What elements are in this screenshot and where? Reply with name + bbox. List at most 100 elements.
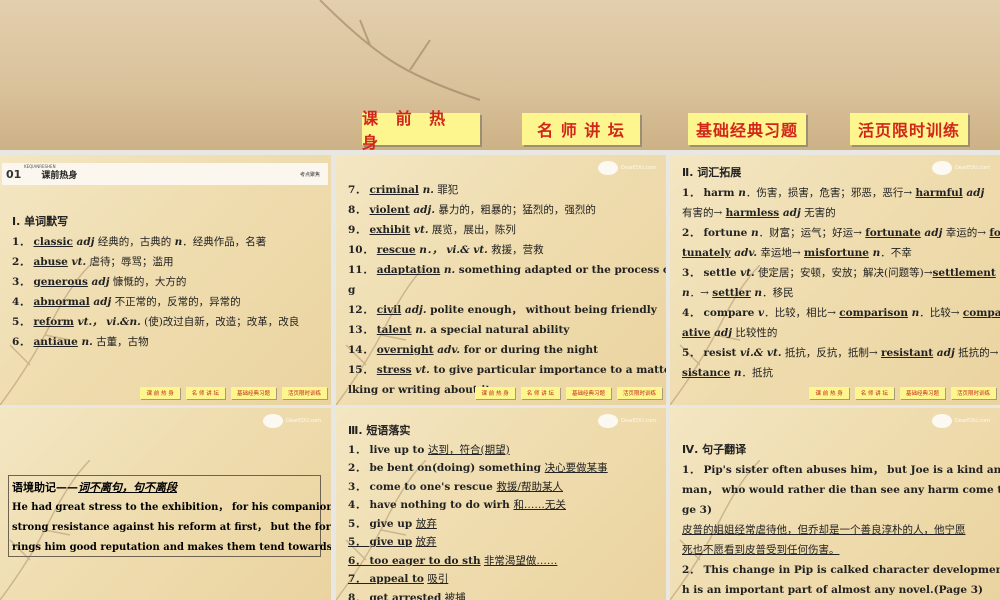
vocab-term: for	[989, 227, 1000, 239]
mini-nav-button[interactable]: 名 师 讲 坛	[185, 387, 225, 399]
nav-button-lecture[interactable]: 名 师 讲 坛	[522, 113, 640, 145]
text-segment: 暴力的，粗暴的；猛烈的，强烈的	[434, 204, 596, 216]
list-item: 6． antiaue n. 古董，古物	[12, 332, 299, 352]
slide-5[interactable]: DearEDU.com Ⅲ. 短语落实 1． live up to 达到，符合(期望…	[336, 408, 666, 600]
text-segment: n	[750, 287, 763, 299]
logo-text: DearEDU.com	[955, 418, 990, 424]
text-segment: 慷慨的，大方的	[109, 276, 187, 288]
text-segment: adj.	[401, 304, 427, 316]
text-segment: vt.， vi.&n.	[73, 316, 141, 328]
mini-nav-button[interactable]: 活页限时训练	[281, 387, 327, 399]
text-segment: n	[682, 287, 690, 299]
context-memory-box: 语境助记——词不离句，句不离段 He had great stress to th…	[8, 475, 331, 557]
text-segment: 经典的，古典的	[94, 236, 175, 248]
text-segment: 7．	[348, 184, 370, 196]
mini-nav-button[interactable]: 名 师 讲 坛	[854, 387, 894, 399]
mini-nav-button[interactable]: 活页限时训练	[616, 387, 662, 399]
text-segment: ．比较→	[919, 307, 963, 319]
list-item: 1． live up to 达到，符合(期望)	[348, 441, 608, 460]
list-item: 1． harm n．伤害，损害，危害；邪恶，恶行→ harmful adj	[682, 183, 1000, 203]
section-number: 01	[6, 167, 22, 181]
list-item: 皮普的姐姐经常虐待他，但乔却是一个善良淳朴的人，他宁愿	[682, 520, 1000, 540]
text-segment: 1．	[12, 236, 34, 248]
slide-4[interactable]: DearEDU.com 语境助记——词不离句，句不离段 He had great s…	[0, 408, 331, 600]
list-item: Ⅲ. 短语落实	[348, 422, 608, 441]
list-item: tunately adv. 幸运地→ misfortune n．不幸	[682, 243, 1000, 263]
section-heading: Ⅳ. 句子翻译	[682, 443, 747, 456]
mini-nav-button[interactable]: 基础经典习题	[230, 387, 276, 399]
mini-nav-button[interactable]: 基础经典习题	[565, 387, 611, 399]
text-segment: adj	[920, 227, 943, 239]
text-segment: n.	[411, 324, 427, 336]
slide-content: Ⅱ. 词汇拓展 1． harm n．伤害，损害，危害；邪恶，恶行→ harmful…	[682, 163, 1000, 383]
text-segment: 14．	[348, 344, 377, 356]
list-item: sistance n．抵抗	[682, 363, 1000, 383]
text-segment: adv.	[433, 344, 461, 356]
top-banner: 课 前 热 身 名 师 讲 坛 基础经典习题 活页限时训练	[0, 0, 1000, 152]
list-item: Ⅱ. 词汇拓展	[682, 163, 1000, 183]
mini-nav-button[interactable]: 课 前 热 身	[140, 387, 180, 399]
box-line: rings him good reputation and makes them…	[12, 542, 331, 553]
box-line: He had great stress to the exhibition， f…	[12, 502, 331, 513]
vocab-term: reform	[33, 316, 74, 328]
text-segment: 1． harm	[682, 187, 739, 199]
text-segment: adj	[933, 347, 955, 359]
text-segment: 2．	[12, 256, 34, 268]
nav-button-timed-training[interactable]: 活页限时训练	[850, 113, 968, 145]
text-segment: adj	[87, 276, 110, 288]
vocab-term: criminal	[369, 184, 419, 196]
section-heading: Ⅱ. 词汇拓展	[682, 166, 742, 179]
section-heading: Ⅰ. 单词默写	[12, 215, 69, 228]
list-item: 12． civil adj. polite enough， without be…	[348, 300, 666, 320]
text-segment: 罪犯	[433, 184, 459, 196]
text-segment: vt.	[410, 224, 429, 236]
vocab-term: stress	[376, 364, 412, 376]
mini-nav-button[interactable]: 基础经典习题	[899, 387, 945, 399]
list-item: 死也不愿看到皮普受到任何伤害。	[682, 540, 1000, 560]
vocab-term: abnormal	[33, 296, 90, 308]
section-tag: 考点聚焦	[299, 171, 320, 178]
text-segment: polite enough， without being friendly	[426, 304, 657, 316]
text-segment: 5． resist	[682, 347, 740, 359]
list-item: 1． Pip's sister often abuses him， but Jo…	[682, 460, 1000, 480]
logo: DearEDU.com	[598, 161, 656, 175]
list-item: ative adj 比较性的	[682, 323, 1000, 343]
text-segment: g	[348, 284, 356, 296]
text-segment: 3． settle	[682, 267, 741, 279]
text-segment: ．→	[689, 287, 713, 299]
text-segment: n	[738, 187, 746, 199]
text-segment: n.	[77, 336, 93, 348]
text-segment: 4．	[12, 296, 34, 308]
slide-3[interactable]: DearEDU.com Ⅱ. 词汇拓展 1． harm n．伤害，损害，危害；邪恶，…	[670, 155, 1000, 405]
vocab-term: settlement	[932, 267, 996, 279]
vocab-term: adaptation	[376, 264, 441, 276]
slide-6[interactable]: DearEDU.com Ⅳ. 句子翻译 1． Pip's sister often …	[670, 408, 1000, 600]
logo-text: DearEDU.com	[621, 418, 656, 424]
mini-nav-button[interactable]: 名 师 讲 坛	[520, 387, 560, 399]
text-segment: 虐待；辱骂；滥用	[86, 256, 174, 268]
text-segment: vt.	[67, 256, 87, 268]
text-segment: 救援/帮助某人	[496, 480, 563, 493]
vocab-term: comparison	[839, 307, 908, 319]
logo-icon	[598, 161, 619, 175]
mini-nav-button[interactable]: 活页限时训练	[950, 387, 996, 399]
slide-2[interactable]: DearEDU.com 7． criminal n. 罪犯 8． violent a…	[336, 155, 666, 405]
text-segment: 15．	[348, 364, 377, 376]
mini-nav-button[interactable]: 课 前 热 身	[475, 387, 515, 399]
nav-button-warmup[interactable]: 课 前 热 身	[362, 109, 480, 152]
text-segment: 2． be bent on(doing) something	[348, 462, 545, 474]
text-segment: 非常渴望做……	[483, 554, 558, 567]
list-item: 7． appeal to 吸引	[348, 570, 608, 589]
vocab-term: talent	[376, 324, 412, 336]
list-item: ge 3)	[682, 500, 1000, 520]
mini-nav: 课 前 热 身名 师 讲 坛基础经典习题 活页限时训练	[475, 387, 662, 399]
slide-1[interactable]: 01 KEQIANRESHEN 课前热身 考点聚焦 Ⅰ. 单词默写 1． classic …	[0, 155, 331, 405]
vocab-term: fortunate	[865, 227, 921, 239]
vocab-term: classic	[33, 236, 73, 248]
mini-nav-button[interactable]: 课 前 热 身	[809, 387, 849, 399]
nav-button-exercises[interactable]: 基础经典习题	[688, 113, 806, 145]
vocab-term: violent	[369, 204, 410, 216]
text-segment: h is an important part of almost any nov…	[682, 584, 983, 596]
text-segment: 3． come to one's rescue	[348, 480, 497, 493]
list-item: 3． settle vt. 使定居；安顿，安放；解决(问题等)→settleme…	[682, 263, 1000, 283]
